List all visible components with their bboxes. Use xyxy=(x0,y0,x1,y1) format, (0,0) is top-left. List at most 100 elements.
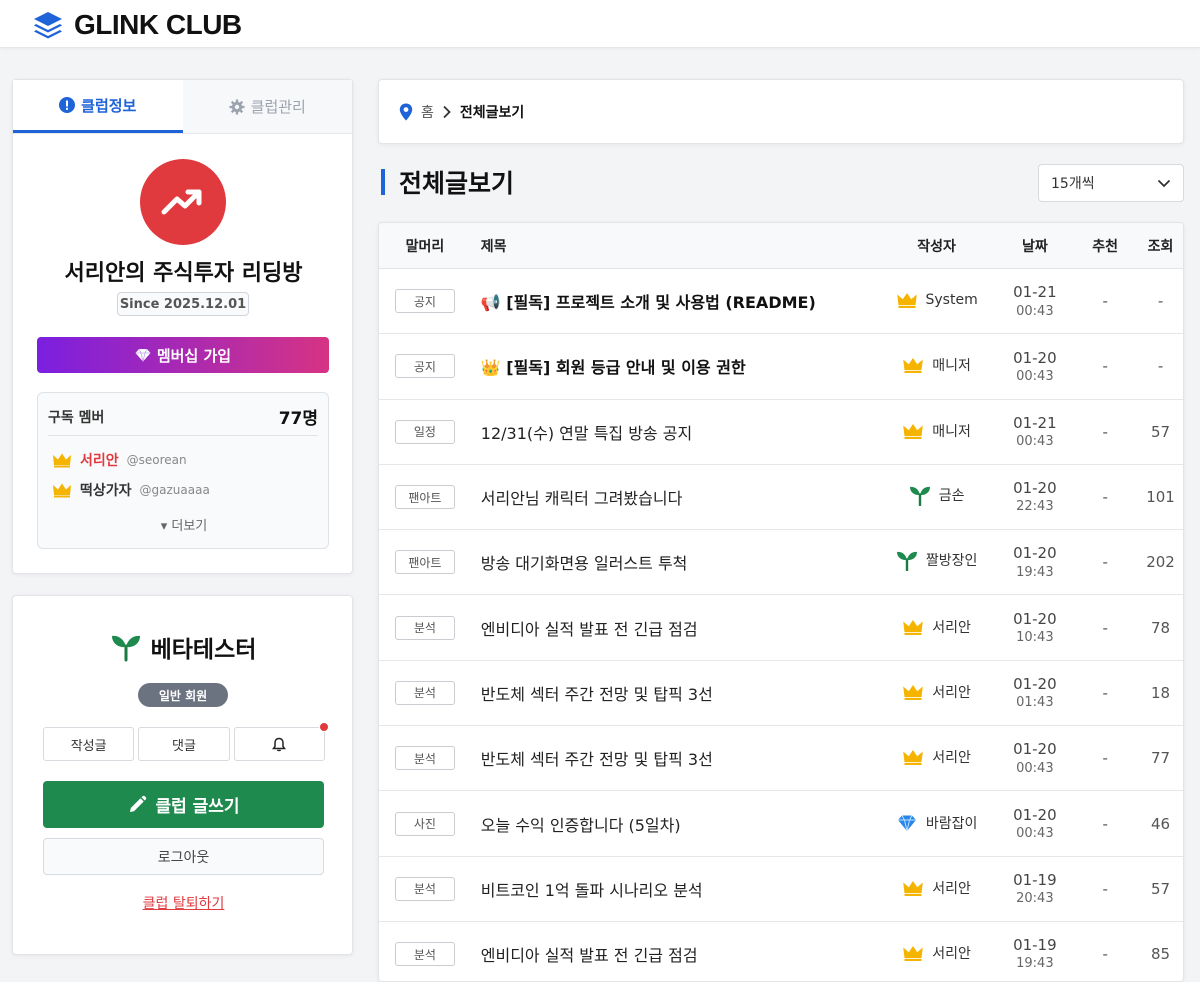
members-label: 구독 멤버 xyxy=(48,409,105,426)
club-name: 서리안의 주식투자 리딩방 xyxy=(64,261,303,286)
table-row[interactable]: 분석 비트코인 1억 돌파 시나리오 분석 서리안 01-19 20:43 - 57 xyxy=(379,856,1183,922)
post-date: 01-19 xyxy=(1013,870,1057,889)
row-author-cell: 서리안 xyxy=(876,681,998,705)
post-title-link[interactable]: 👑 [필독] 회원 등급 안내 및 이용 권한 xyxy=(471,354,876,378)
post-title-link[interactable]: 서리안님 캐릭터 그려봤습니다 xyxy=(471,485,876,509)
my-posts-button[interactable]: 작성글 xyxy=(43,727,135,761)
post-time: 00:43 xyxy=(1016,760,1054,776)
tab-club-info[interactable]: 클럽정보 xyxy=(13,80,183,133)
user-quick-buttons: 작성글 댓글 xyxy=(43,722,329,761)
member-item[interactable]: 서리안 @seorean xyxy=(52,450,187,470)
post-view-count: 77 xyxy=(1150,749,1171,768)
breadcrumb-card: 홈 전체글보기 xyxy=(378,79,1184,144)
join-membership-button[interactable]: 멤버십 가입 xyxy=(37,337,329,373)
post-recommend-count: - xyxy=(1102,945,1108,964)
post-title-link[interactable]: 오늘 수익 인증합니다 (5일차) xyxy=(471,812,876,836)
post-date: 01-20 xyxy=(1013,544,1057,563)
row-author-cell: 서리안 xyxy=(876,942,998,966)
author-label: 서리안 xyxy=(932,619,971,636)
leave-club-link[interactable]: 클럽 탈퇴하기 xyxy=(13,893,354,913)
category-badge: 분석 xyxy=(394,680,455,705)
post-view-count: 78 xyxy=(1150,618,1171,637)
post-date: 01-20 xyxy=(1013,479,1057,498)
member-item[interactable]: 떡상가자 @gazuaaaa xyxy=(52,480,210,500)
author-name[interactable]: 서리안 xyxy=(902,877,971,899)
table-row[interactable]: 일정 12/31(수) 연말 특집 방송 공지 매니저 01-21 00:43 - 57 xyxy=(379,399,1183,465)
table-row[interactable]: 분석 반도체 섹터 주간 전망 및 탑픽 3선 서리안 01-20 00:43 - 77 xyxy=(379,726,1183,792)
table-row[interactable]: 팬아트 방송 대기화면용 일러스트 투척 짤방장인 01-20 19:43 - 202 xyxy=(379,530,1183,596)
author-name[interactable]: 금손 xyxy=(909,484,965,507)
post-time: 00:43 xyxy=(1016,434,1054,450)
sprout-icon xyxy=(896,549,918,572)
table-body: 공지 📢 [필독] 프로젝트 소개 및 사용법 (README) System 01-… xyxy=(379,269,1183,981)
post-view-count: 85 xyxy=(1150,945,1171,964)
post-title-link[interactable]: 12/31(수) 연말 특집 방송 공지 xyxy=(471,420,876,444)
category-badge: 공지 xyxy=(394,289,455,314)
write-post-button[interactable]: 클럽 글쓰기 xyxy=(43,781,324,828)
post-title-link[interactable]: 엔비디아 실적 발표 전 긴급 점검 xyxy=(471,616,876,640)
post-view-count: 101 xyxy=(1146,488,1175,507)
my-comments-button[interactable]: 댓글 xyxy=(138,727,230,761)
post-time: 10:43 xyxy=(1016,629,1054,645)
author-label: 매니저 xyxy=(932,423,971,440)
pencil-icon xyxy=(130,795,147,812)
category-badge: 분석 xyxy=(394,615,455,640)
row-author-cell: 서리안 xyxy=(876,877,998,901)
logout-button[interactable]: 로그아웃 xyxy=(43,838,324,875)
post-title-link[interactable]: 반도체 섹터 주간 전망 및 탑픽 3선 xyxy=(471,746,876,770)
page-title: 전체글보기 xyxy=(381,166,514,198)
author-name[interactable]: 짤방장인 xyxy=(896,549,978,572)
post-date: 01-19 xyxy=(1013,936,1057,955)
header-views: 조회 xyxy=(1147,238,1174,255)
table-row[interactable]: 사진 오늘 수익 인증합니다 (5일차) 바람잡이 01-20 00:43 - 46 xyxy=(379,791,1183,857)
member-handle: @gazuaaaa xyxy=(139,483,210,497)
table-row[interactable]: 분석 반도체 섹터 주간 전망 및 탑픽 3선 서리안 01-20 01:43 - 18 xyxy=(379,660,1183,727)
category-badge: 팬아트 xyxy=(394,550,455,575)
bell-icon xyxy=(272,737,287,751)
row-author-cell: 짤방장인 xyxy=(876,549,998,575)
post-title-link[interactable]: 방송 대기화면용 일러스트 투척 xyxy=(471,550,876,574)
post-recommend-count: - xyxy=(1102,814,1108,833)
post-title-link[interactable]: 📢 [필독] 프로젝트 소개 및 사용법 (README) xyxy=(471,289,876,313)
crown-icon xyxy=(902,942,924,964)
notifications-button[interactable] xyxy=(233,722,329,761)
tab-club-manage[interactable]: 클럽관리 xyxy=(182,80,352,133)
author-label: 금손 xyxy=(938,488,965,505)
table-row[interactable]: 분석 엔비디아 실적 발표 전 긴급 점검 서리안 01-20 10:43 - 78 xyxy=(379,595,1183,661)
author-label: 짤방장인 xyxy=(925,553,978,570)
tab-club-manage-label: 클럽관리 xyxy=(250,98,306,116)
author-name[interactable]: 서리안 xyxy=(902,746,971,768)
row-category-cell: 공지 xyxy=(379,289,471,314)
post-view-count: 18 xyxy=(1150,683,1171,702)
author-name[interactable]: 바람잡이 xyxy=(896,812,977,834)
author-name[interactable]: 서리안 xyxy=(902,616,971,638)
crown-icon xyxy=(902,681,924,703)
write-post-label: 클럽 글쓰기 xyxy=(155,797,240,817)
table-row[interactable]: 분석 엔비디아 실적 발표 전 긴급 점검 서리안 01-19 19:43 - 85 xyxy=(379,921,1183,981)
notification-dot xyxy=(318,722,329,732)
author-name[interactable]: 매니저 xyxy=(902,420,971,442)
brand-logo[interactable]: GLINK CLUB xyxy=(32,9,242,41)
breadcrumb: 홈 전체글보기 xyxy=(399,102,524,122)
author-name[interactable]: System xyxy=(896,289,978,311)
author-name[interactable]: 매니저 xyxy=(902,354,971,376)
post-date: 01-21 xyxy=(1013,413,1057,432)
post-title-link[interactable]: 엔비디아 실적 발표 전 긴급 점검 xyxy=(471,942,876,966)
author-name[interactable]: 서리안 xyxy=(902,681,971,703)
author-name[interactable]: 서리안 xyxy=(902,942,971,964)
post-time: 22:43 xyxy=(1016,499,1054,515)
breadcrumb-home[interactable]: 홈 xyxy=(421,102,434,122)
join-membership-label: 멤버십 가입 xyxy=(156,346,232,365)
user-card: 베타테스터 일반 회원 작성글 댓글 클럽 글쓰기 로그아웃 클럽 탈퇴하기 xyxy=(12,595,353,955)
post-date: 01-20 xyxy=(1013,348,1057,367)
table-row[interactable]: 공지 👑 [필독] 회원 등급 안내 및 이용 권한 매니저 01-20 00:43 - - xyxy=(379,334,1183,400)
per-page-select[interactable]: 15개씩 xyxy=(1038,164,1184,202)
table-row[interactable]: 팬아트 서리안님 캐릭터 그려봤습니다 금손 01-20 22:43 - 101 xyxy=(379,464,1183,531)
post-title-link[interactable]: 반도체 섹터 주간 전망 및 탑픽 3선 xyxy=(471,681,876,705)
table-row[interactable]: 공지 📢 [필독] 프로젝트 소개 및 사용법 (README) System 01-… xyxy=(379,269,1183,335)
posts-table: 말머리 제목 작성자 날짜 추천 조회 공지 📢 [필독] 프로젝트 소개 및 사… xyxy=(378,222,1184,982)
post-recommend-count: - xyxy=(1102,879,1108,898)
post-title-link[interactable]: 비트코인 1억 돌파 시나리오 분석 xyxy=(471,877,876,901)
row-category-cell: 분석 xyxy=(379,876,471,901)
show-more-button[interactable]: ▾ 더보기 xyxy=(38,515,330,534)
